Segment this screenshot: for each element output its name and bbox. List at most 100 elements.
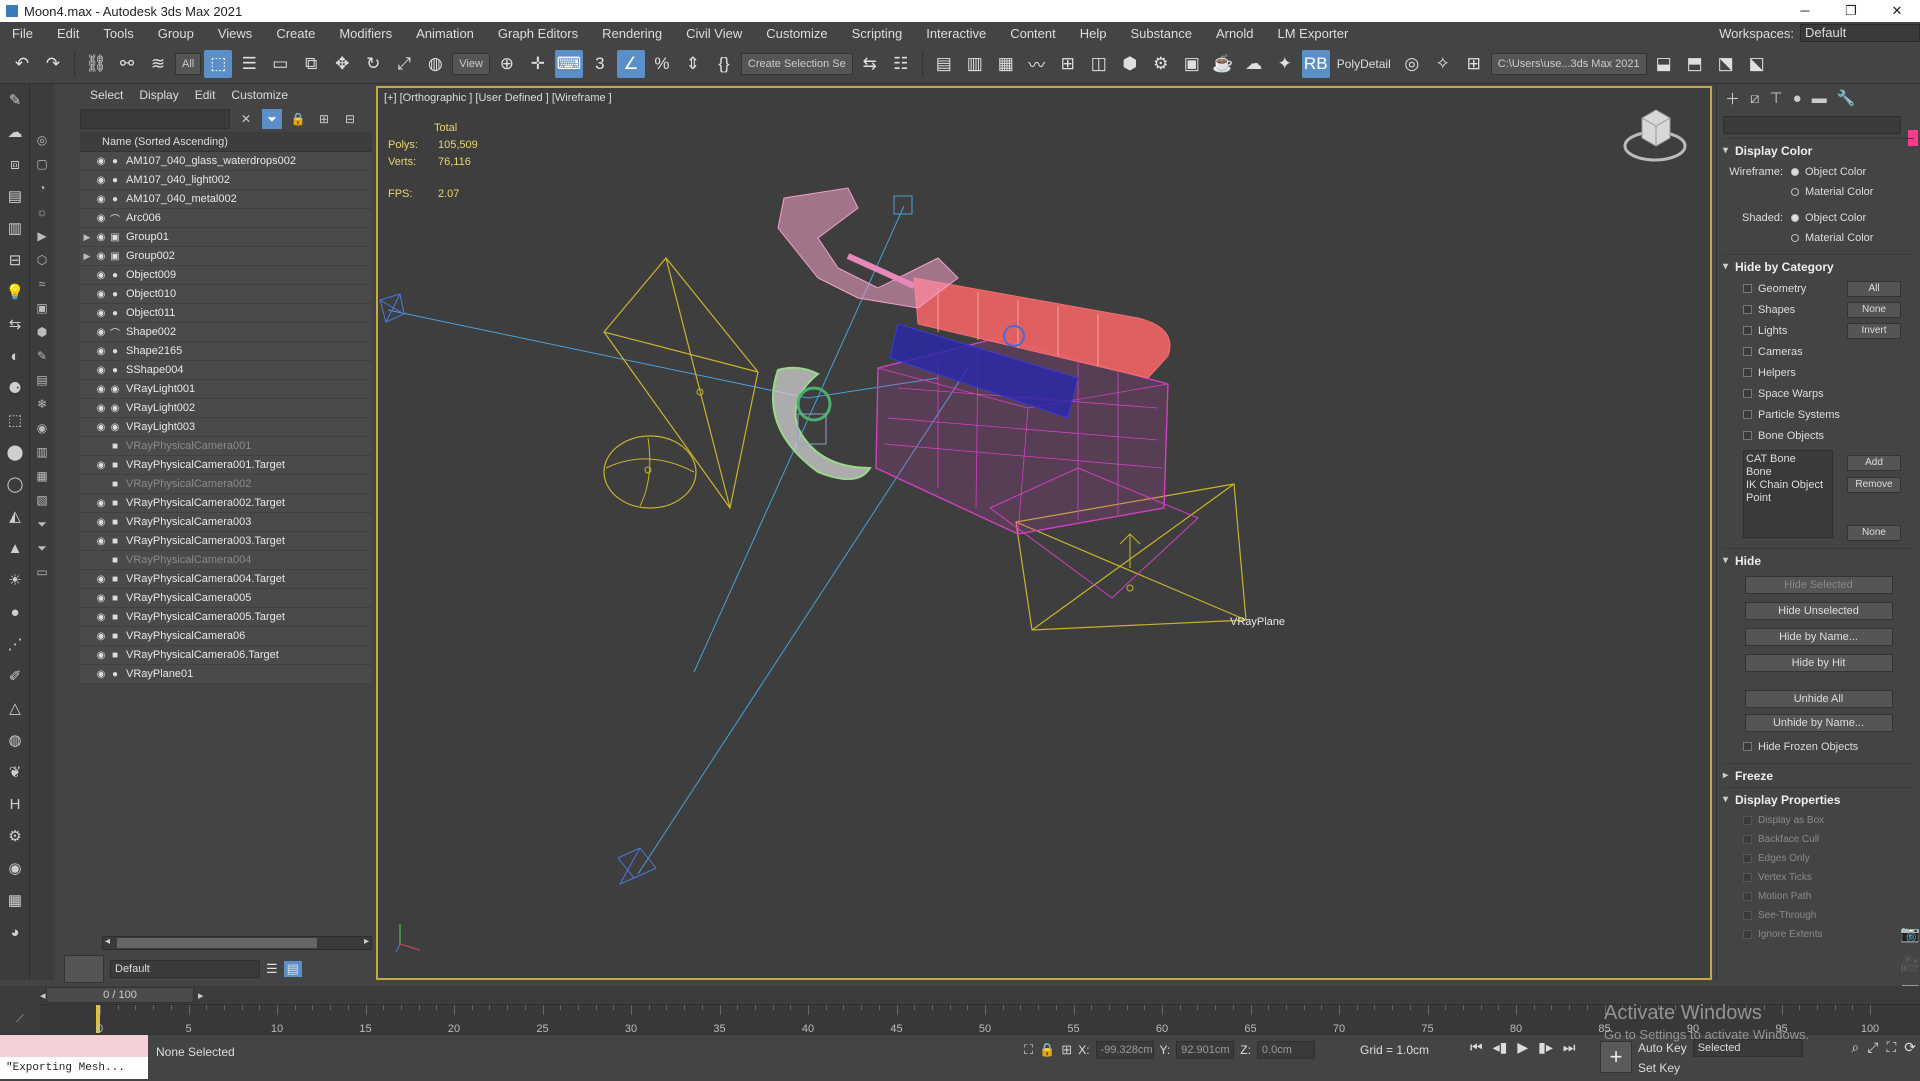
filter-all-icon[interactable]: ▥	[30, 440, 54, 464]
snaps-toggle-icon[interactable]: 3	[586, 50, 614, 78]
go-to-end-icon[interactable]: ⏭	[1563, 1039, 1576, 1056]
layer-explorer-icon[interactable]: ▥	[961, 50, 989, 78]
explorer-row[interactable]: ◉ ◉ VRayLight002	[80, 399, 372, 418]
polydetail-label[interactable]: PolyDetail	[1333, 57, 1395, 71]
redo-icon[interactable]: ↷	[39, 50, 67, 78]
visibility-eye-icon[interactable]: ◉	[94, 669, 108, 680]
sphere2-icon[interactable]: ◉	[0, 852, 30, 884]
visibility-eye-icon[interactable]: ◉	[94, 365, 108, 376]
go-to-start-icon[interactable]: ⏮	[1470, 1039, 1483, 1056]
explorer-row[interactable]: ◉ ⌒ Shape002	[80, 323, 372, 342]
hf-icon[interactable]: H	[0, 788, 30, 820]
category-invert-button[interactable]: Invert	[1847, 322, 1901, 339]
workspaces-dropdown[interactable]: Default	[1800, 24, 1920, 42]
add-category-button[interactable]: Add	[1847, 454, 1901, 471]
ribbon-toggle-icon[interactable]: ▦	[992, 50, 1020, 78]
visibility-eye-icon[interactable]: ◉	[94, 593, 108, 604]
category-all-button[interactable]: All	[1847, 280, 1901, 297]
filter-lights-icon[interactable]: ☼	[30, 200, 54, 224]
explorer-row[interactable]: ■ VRayPhysicalCamera002	[80, 475, 372, 494]
scroll-right-icon[interactable]: ▸	[364, 936, 369, 947]
explorer-row[interactable]: ◉ ● Object010	[80, 285, 372, 304]
viewcube[interactable]	[1620, 100, 1690, 173]
systems-icon[interactable]: ⚈	[0, 372, 30, 404]
explorer-menu-display[interactable]: Display	[139, 88, 178, 102]
window-crossing-icon[interactable]: ⧉	[297, 50, 325, 78]
unhide-by-name-button[interactable]: Unhide by Name...	[1744, 714, 1893, 732]
funnel2-icon[interactable]: ⏷	[30, 536, 54, 560]
select-rotate-icon[interactable]: ↻	[359, 50, 387, 78]
link-icon[interactable]: ⛓	[82, 50, 110, 78]
unhide-all-button[interactable]: Unhide All	[1744, 690, 1893, 708]
visibility-eye-icon[interactable]: ◉	[94, 650, 108, 661]
explorer-row[interactable]: ◉ ● AM107_040_metal002	[80, 190, 372, 209]
x-coordinate-field[interactable]: -99.328cm	[1095, 1041, 1154, 1059]
explorer-row[interactable]: ◉ ■ VRayPhysicalCamera001.Target	[80, 456, 372, 475]
collapse-all-icon[interactable]: ⊟	[340, 109, 360, 129]
unlink-icon[interactable]: ⚯	[113, 50, 141, 78]
orbit-icon[interactable]: ⟳	[1904, 1039, 1916, 1056]
keyboard-shortcut-override-icon[interactable]: ⌨	[554, 49, 583, 78]
filter-helpers-icon[interactable]: ⬡	[30, 248, 54, 272]
visibility-eye-icon[interactable]: ◉	[94, 251, 108, 262]
lock-icon[interactable]: 🔒	[288, 109, 308, 129]
display-property-checkbox[interactable]	[1743, 835, 1752, 844]
torus-icon[interactable]: ◯	[0, 468, 30, 500]
filter-invert-icon[interactable]: ▧	[30, 488, 54, 512]
rollout-title-hide-by-category[interactable]: Hide by Category	[1723, 254, 1914, 279]
explorer-row[interactable]: ▶ ◉ ▣ Group002	[80, 247, 372, 266]
helpers-icon[interactable]: ⇆	[0, 308, 30, 340]
visibility-eye-icon[interactable]: ◉	[94, 498, 108, 509]
visibility-eye-icon[interactable]: ◉	[94, 232, 108, 243]
utilities-tab-icon[interactable]: 🔧	[1837, 89, 1856, 107]
globe-icon[interactable]: ◍	[0, 724, 30, 756]
explorer-row[interactable]: ◉ ● Shape2165	[80, 342, 372, 361]
menu-content[interactable]: Content	[998, 26, 1068, 41]
hide-unselected-button[interactable]: Hide Unselected	[1744, 602, 1893, 620]
manipulate-icon[interactable]: ✛	[524, 50, 552, 78]
remove-category-button[interactable]: Remove	[1847, 476, 1901, 493]
visibility-eye-icon[interactable]: ◉	[94, 213, 108, 224]
brush-icon[interactable]: ✐	[0, 660, 30, 692]
overflow-icon[interactable]: ⬕	[1743, 50, 1771, 78]
pyramid-icon[interactable]: ▲	[0, 532, 30, 564]
rectangular-selection-icon[interactable]: ▭	[266, 50, 294, 78]
lightbulb-icon[interactable]: 💡	[0, 276, 30, 308]
palette-icon[interactable]: ◕	[0, 916, 30, 948]
rollout-title-display-color[interactable]: Display Color	[1723, 138, 1914, 163]
visibility-eye-icon[interactable]: ◉	[94, 403, 108, 414]
hierarchy-icon[interactable]: ⧈	[0, 148, 30, 180]
schematic-view-icon[interactable]: ⊞	[1054, 50, 1082, 78]
expand-arrow-icon[interactable]: ▶	[80, 251, 94, 262]
explorer-row[interactable]: ◉ ◉ VRayLight003	[80, 418, 372, 437]
visibility-eye-icon[interactable]: ◉	[94, 270, 108, 281]
percent-snap-icon[interactable]: %	[648, 50, 676, 78]
time-slider-handle[interactable]: 0 / 100	[46, 987, 194, 1003]
menu-arnold[interactable]: Arnold	[1204, 26, 1266, 41]
display-property-checkbox[interactable]	[1743, 911, 1752, 920]
display-tab-icon[interactable]: ▬	[1812, 90, 1827, 107]
expand-all-icon[interactable]: ⊞	[314, 109, 334, 129]
category-checkbox[interactable]	[1743, 326, 1752, 335]
select-move-icon[interactable]: ✥	[328, 50, 356, 78]
rendered-frame-window-icon[interactable]: ▣	[1178, 50, 1206, 78]
explorer-row[interactable]: ◉ ⌒ Arc006	[80, 209, 372, 228]
visibility-eye-icon[interactable]: ◉	[94, 156, 108, 167]
filter-groups-icon[interactable]: ▣	[30, 296, 54, 320]
viewport-label-menu[interactable]: [+] [Orthographic ] [User Defined ] [Wir…	[384, 92, 612, 104]
rollout-title-hide[interactable]: Hide	[1723, 548, 1914, 573]
display-property-checkbox[interactable]	[1743, 873, 1752, 882]
project-folder-icon[interactable]: ⬓	[1650, 50, 1678, 78]
rollout-title-display-properties[interactable]: Display Properties	[1723, 787, 1914, 812]
visibility-eye-icon[interactable]: ◉	[94, 175, 108, 186]
category-checkbox[interactable]	[1743, 389, 1752, 398]
shaded-material-color-radio[interactable]	[1791, 234, 1799, 242]
selection-filter-dropdown[interactable]: All	[175, 52, 202, 75]
edit-named-selection-icon[interactable]: {}	[710, 50, 738, 78]
isolate-selection-icon[interactable]: ⛶	[1024, 1042, 1033, 1058]
display-property-checkbox[interactable]	[1743, 930, 1752, 939]
set-key-button[interactable]: Set Key	[1638, 1061, 1803, 1075]
explorer-menu-select[interactable]: Select	[90, 88, 123, 102]
expand-arrow-icon[interactable]: ▶	[80, 232, 94, 243]
explorer-row[interactable]: ◉ ■ VRayPhysicalCamera004.Target	[80, 570, 372, 589]
